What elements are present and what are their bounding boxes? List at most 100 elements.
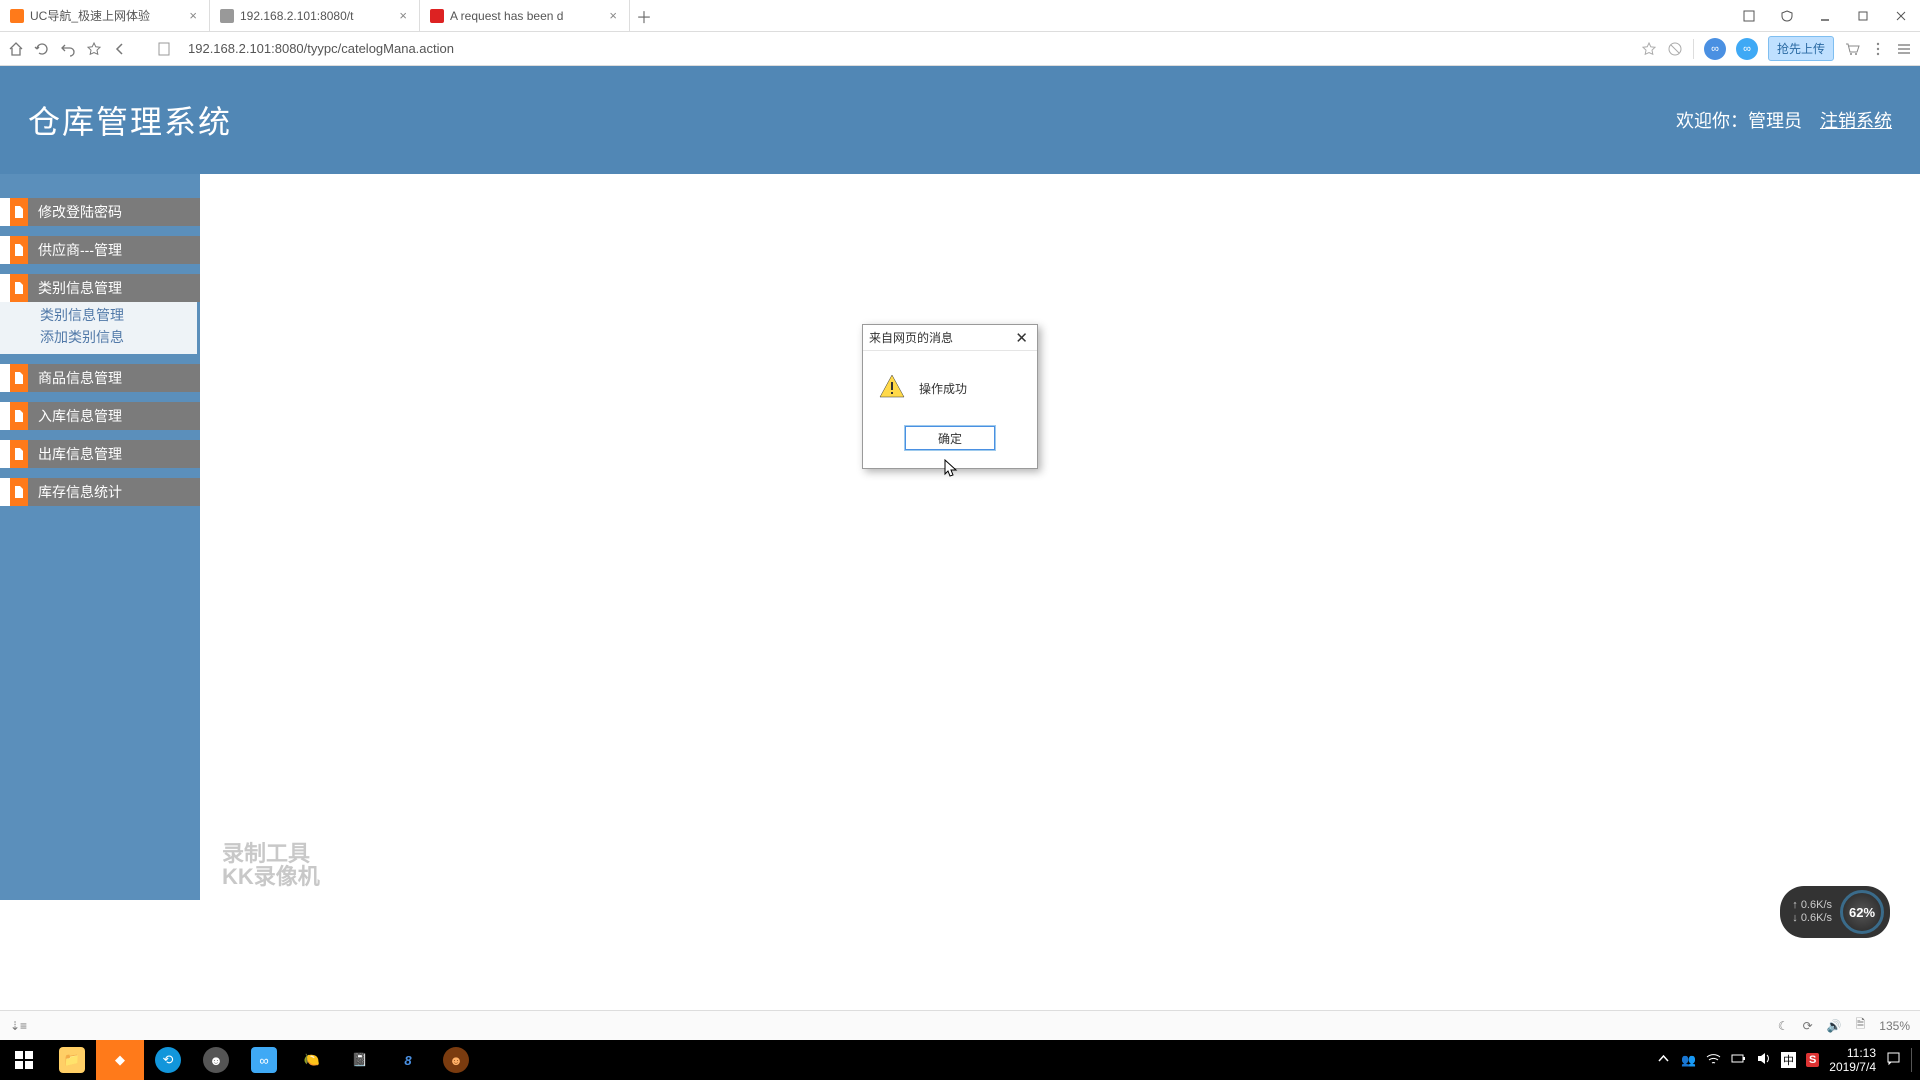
window-minimize-button[interactable] xyxy=(1806,0,1844,31)
browser-tab-1[interactable]: UC导航_极速上网体验 × xyxy=(0,0,210,31)
sidebar-item-outbound[interactable]: 出库信息管理 xyxy=(0,440,200,468)
status-volume-icon[interactable]: 🔊 xyxy=(1827,1019,1842,1033)
page-viewport: 仓库管理系统 欢迎你：管理员 注销系统 修改登陆密码 供应商---管理 类别信息… xyxy=(0,66,1920,1010)
window-maximize-button[interactable] xyxy=(1844,0,1882,31)
browser-tab-3[interactable]: A request has been d × xyxy=(420,0,630,31)
submenu-item-category-manage[interactable]: 类别信息管理 xyxy=(40,304,197,326)
doc-icon xyxy=(10,440,28,468)
tray-date: 2019/7/4 xyxy=(1829,1060,1876,1074)
reload-icon[interactable] xyxy=(34,41,50,57)
cart-icon[interactable] xyxy=(1844,41,1860,57)
start-button[interactable] xyxy=(0,1040,48,1080)
warning-icon xyxy=(879,373,905,404)
tray-chevron-up-icon[interactable] xyxy=(1656,1051,1671,1069)
network-speed-widget[interactable]: ↑ 0.6K/s ↓ 0.6K/s 62% xyxy=(1780,886,1890,938)
extension-1-icon[interactable]: ∞ xyxy=(1704,38,1726,60)
dialog-title: 来自网页的消息 xyxy=(869,329,953,346)
status-doc-icon[interactable]: 🗎 xyxy=(1856,1015,1866,1036)
doc-icon xyxy=(10,274,28,302)
dialog-message: 操作成功 xyxy=(919,380,967,397)
window-shield-icon[interactable] xyxy=(1768,0,1806,31)
tab-1-label: UC导航_极速上网体验 xyxy=(30,7,150,24)
logout-link[interactable]: 注销系统 xyxy=(1820,107,1892,133)
app-header: 仓库管理系统 欢迎你：管理员 注销系统 xyxy=(0,66,1920,174)
star-icon[interactable] xyxy=(86,41,102,57)
new-tab-button[interactable]: ＋ xyxy=(630,0,658,31)
cursor-icon xyxy=(944,459,958,484)
alert-dialog: 来自网页的消息 ✕ 操作成功 确定 xyxy=(862,324,1038,469)
block-icon[interactable] xyxy=(1667,41,1683,57)
download-speed: ↓ 0.6K/s xyxy=(1792,912,1832,925)
close-icon[interactable]: × xyxy=(607,8,619,23)
home-icon[interactable] xyxy=(8,41,24,57)
tray-people-icon[interactable]: 👥 xyxy=(1681,1053,1696,1067)
url-text[interactable]: 192.168.2.101:8080/tyypc/catelogMana.act… xyxy=(188,41,454,56)
window-close-button[interactable] xyxy=(1882,0,1920,31)
tray-notifications-icon[interactable] xyxy=(1886,1051,1901,1069)
undo-icon[interactable] xyxy=(60,41,76,57)
more-icon[interactable] xyxy=(1870,41,1886,57)
sidebar-item-inbound[interactable]: 入库信息管理 xyxy=(0,402,200,430)
taskbar-app-5[interactable]: 🍋 xyxy=(288,1040,336,1080)
tray-clock[interactable]: 11:13 2019/7/4 xyxy=(1829,1046,1876,1075)
extension-2-icon[interactable]: ∞ xyxy=(1736,38,1758,60)
tray-volume-icon[interactable] xyxy=(1756,1051,1771,1069)
tab-favicon-icon xyxy=(10,9,24,23)
sidebar-label: 商品信息管理 xyxy=(28,364,200,392)
ok-button[interactable]: 确定 xyxy=(905,426,995,450)
sidebar-item-product[interactable]: 商品信息管理 xyxy=(0,364,200,392)
taskbar: 📁 ◆ ⟲ ☻ ∞ 🍋 📓 8 ☻ 👥 中 S 11:13 2019/7/4 xyxy=(0,1040,1920,1080)
close-icon[interactable]: × xyxy=(187,8,199,23)
speed-percent: 62% xyxy=(1840,890,1884,934)
taskbar-app-3[interactable]: ☻ xyxy=(192,1040,240,1080)
doc-icon xyxy=(10,478,28,506)
window-restore-icon[interactable] xyxy=(1730,0,1768,31)
taskbar-explorer[interactable]: 📁 xyxy=(48,1040,96,1080)
taskbar-app-6[interactable]: 📓 xyxy=(336,1040,384,1080)
sidebar-label: 类别信息管理 xyxy=(28,274,200,302)
sidebar-label: 库存信息统计 xyxy=(28,478,200,506)
close-icon[interactable]: × xyxy=(397,8,409,23)
hamburger-icon[interactable] xyxy=(1896,41,1912,57)
tab-favicon-icon xyxy=(220,9,234,23)
status-sync-icon[interactable]: ⟳ xyxy=(1803,1019,1813,1033)
taskbar-app-2[interactable]: ⟲ xyxy=(144,1040,192,1080)
zoom-level[interactable]: 135% xyxy=(1879,1019,1910,1033)
sidebar-item-supplier[interactable]: 供应商---管理 xyxy=(0,236,200,264)
sidebar-item-password[interactable]: 修改登陆密码 xyxy=(0,198,200,226)
tray-battery-icon[interactable] xyxy=(1731,1051,1746,1069)
browser-tab-2[interactable]: 192.168.2.101:8080/t × xyxy=(210,0,420,31)
status-sun-icon[interactable]: ☾ xyxy=(1778,1019,1789,1033)
back-icon[interactable] xyxy=(112,41,128,57)
page-info-icon[interactable] xyxy=(156,41,172,57)
sidebar-submenu-category: 类别信息管理 添加类别信息 xyxy=(0,302,197,354)
submenu-item-category-add[interactable]: 添加类别信息 xyxy=(40,326,197,348)
browser-tab-strip: UC导航_极速上网体验 × 192.168.2.101:8080/t × A r… xyxy=(0,0,1920,32)
tray-wifi-icon[interactable] xyxy=(1706,1051,1721,1069)
tab-2-label: 192.168.2.101:8080/t xyxy=(240,9,353,23)
sidebar-label: 供应商---管理 xyxy=(28,236,200,264)
watermark: 录制工具 KK录像机 xyxy=(222,842,320,888)
taskbar-app-1[interactable]: ◆ xyxy=(96,1040,144,1080)
taskbar-app-8[interactable]: ☻ xyxy=(432,1040,480,1080)
taskbar-app-7[interactable]: 8 xyxy=(384,1040,432,1080)
upload-button[interactable]: 抢先上传 xyxy=(1768,36,1834,61)
tab-favicon-icon xyxy=(430,9,444,23)
sidebar-item-category[interactable]: 类别信息管理 xyxy=(0,274,200,302)
download-indicator-icon[interactable]: ⇣≡ xyxy=(10,1019,27,1033)
tab-3-label: A request has been d xyxy=(450,9,563,23)
tray-ime[interactable]: 中 xyxy=(1781,1052,1796,1068)
doc-icon xyxy=(10,236,28,264)
doc-icon xyxy=(10,198,28,226)
bookmark-icon[interactable] xyxy=(1641,41,1657,57)
close-icon[interactable]: ✕ xyxy=(1012,329,1031,347)
sidebar-item-inventory[interactable]: 库存信息统计 xyxy=(0,478,200,506)
sidebar: 修改登陆密码 供应商---管理 类别信息管理 类别信息管理 添加类别信息 商品信… xyxy=(0,174,200,900)
dialog-titlebar: 来自网页的消息 ✕ xyxy=(863,325,1037,351)
welcome-text: 欢迎你：管理员 xyxy=(1676,107,1802,133)
tray-sogou[interactable]: S xyxy=(1806,1053,1819,1067)
doc-icon xyxy=(10,364,28,392)
tray-time: 11:13 xyxy=(1829,1046,1876,1060)
taskbar-app-4[interactable]: ∞ xyxy=(240,1040,288,1080)
upload-speed: ↑ 0.6K/s xyxy=(1792,899,1832,912)
